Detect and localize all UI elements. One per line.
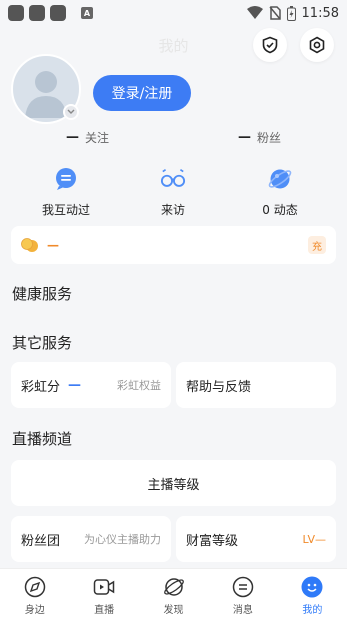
page-title: 我的 xyxy=(158,37,189,55)
nav-nearby-label: 身边 xyxy=(24,605,45,616)
nav-me-label: 我的 xyxy=(302,605,323,616)
shield-check-icon xyxy=(262,36,278,54)
rainbow-score-value: — xyxy=(68,377,82,393)
coins-card[interactable]: — 充 xyxy=(11,226,336,264)
rainbow-score-card[interactable]: 彩虹分 — 彩虹权益 xyxy=(11,362,171,408)
rainbow-score-label: 彩虹分 xyxy=(21,379,61,395)
chevron-down-icon xyxy=(67,109,75,114)
gear-icon xyxy=(309,36,325,54)
anchor-level-card[interactable]: 主播等级 xyxy=(11,460,336,506)
no-sim-icon xyxy=(268,6,281,20)
wealth-level-card[interactable]: 财富等级 LV— xyxy=(176,516,336,562)
compass-icon xyxy=(24,576,45,598)
nav-live-label: 直播 xyxy=(94,605,115,616)
message-icon xyxy=(232,576,254,598)
nav-live[interactable]: 直播 xyxy=(69,569,138,618)
fan-group-label: 粉丝团 xyxy=(21,533,61,549)
moments-button[interactable]: 0 动态 xyxy=(235,166,325,218)
nav-discover-label: 发现 xyxy=(163,605,184,616)
nav-discover[interactable]: 发现 xyxy=(139,569,208,618)
coin-icon xyxy=(21,238,38,252)
visitors-button[interactable]: 来访 xyxy=(128,166,218,218)
interacted-label: 我互动过 xyxy=(41,203,90,217)
other-services-heading: 其它服务 xyxy=(12,334,73,352)
interacted-button[interactable]: 我互动过 xyxy=(21,166,111,218)
fan-group-hint: 为心仪主播助力 xyxy=(84,533,161,546)
notification-icon xyxy=(8,5,24,21)
coins-value: — xyxy=(47,238,59,252)
wealth-level-value: LV— xyxy=(302,532,326,546)
avatar-dropdown-badge[interactable] xyxy=(63,104,79,120)
health-services-heading: 健康服务 xyxy=(12,285,73,303)
chat-bubble-icon xyxy=(56,168,76,190)
visitors-label: 来访 xyxy=(160,203,185,217)
wealth-level-label: 财富等级 xyxy=(186,533,239,549)
recharge-button[interactable]: 充 xyxy=(308,236,326,254)
planet-icon xyxy=(268,169,292,189)
video-icon xyxy=(93,579,115,595)
bottom-nav: 身边 直播 发现 消息 我的 xyxy=(0,568,347,618)
glasses-icon xyxy=(160,169,186,187)
fans-count: — xyxy=(238,130,251,145)
live-channel-heading: 直播频道 xyxy=(12,430,73,448)
battery-icon xyxy=(286,5,296,21)
notification-icon xyxy=(29,5,45,21)
nav-nearby[interactable]: 身边 xyxy=(0,569,69,618)
help-feedback-card[interactable]: 帮助与反馈 xyxy=(176,362,336,408)
rainbow-rights-label: 彩虹权益 xyxy=(117,379,161,392)
nav-me[interactable]: 我的 xyxy=(278,569,347,618)
planet-icon xyxy=(163,578,184,596)
help-feedback-label: 帮助与反馈 xyxy=(186,379,252,395)
login-register-button[interactable]: 登录/注册 xyxy=(93,75,191,111)
nav-messages[interactable]: 消息 xyxy=(208,569,277,618)
notification-icon xyxy=(50,5,66,21)
follow-count: — xyxy=(66,130,79,145)
security-button[interactable] xyxy=(253,28,287,62)
status-bar: A 11:58 xyxy=(0,0,347,26)
follow-stat[interactable]: — 关注 xyxy=(66,129,109,146)
nav-messages-label: 消息 xyxy=(232,605,253,616)
follow-label: 关注 xyxy=(85,131,110,145)
wifi-icon xyxy=(246,6,263,19)
clock: 11:58 xyxy=(301,5,339,21)
anchor-level-label: 主播等级 xyxy=(147,477,200,493)
profile-icon xyxy=(301,576,323,598)
fans-label: 粉丝 xyxy=(257,131,282,145)
fan-group-card[interactable]: 粉丝团 为心仪主播助力 xyxy=(11,516,171,562)
settings-button[interactable] xyxy=(300,28,334,62)
moments-label: 0 动态 xyxy=(262,203,298,217)
a-badge-icon: A xyxy=(81,7,93,19)
fans-stat[interactable]: — 粉丝 xyxy=(238,129,281,146)
